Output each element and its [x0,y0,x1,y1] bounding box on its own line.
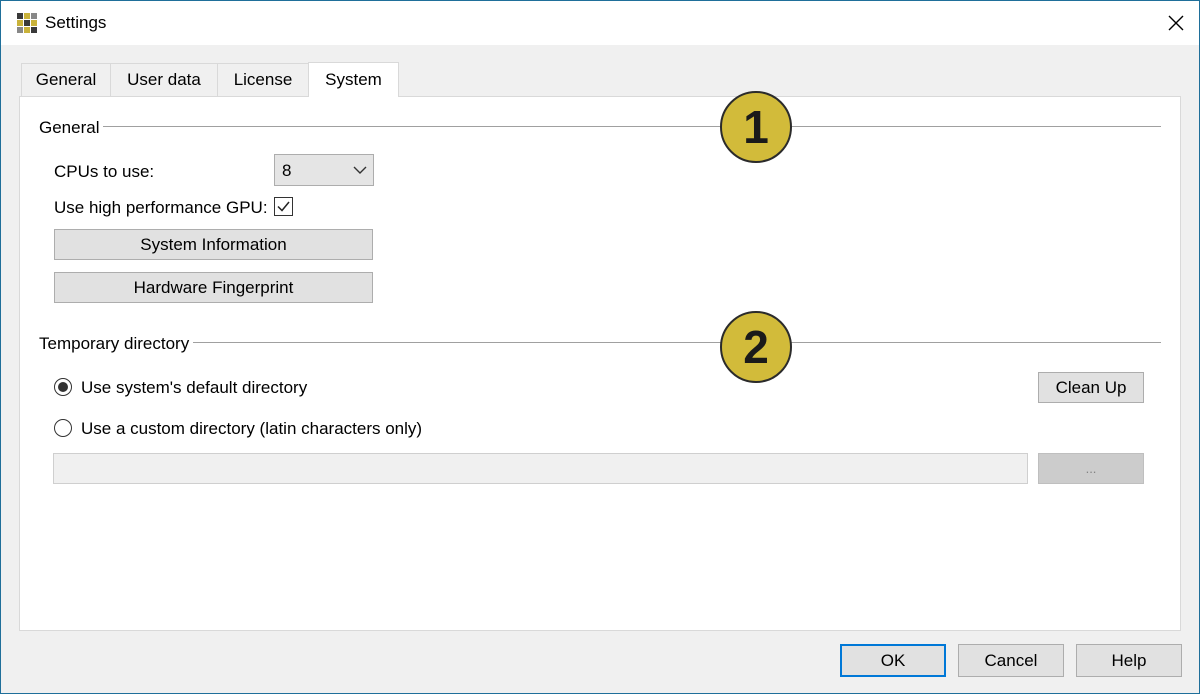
group-divider [193,342,1161,343]
browse-button[interactable]: ... [1038,453,1144,484]
cpus-dropdown[interactable]: 8 [274,154,374,186]
button-label: Cancel [984,650,1038,670]
help-button[interactable]: Help [1076,644,1182,677]
checkmark-icon [277,201,290,212]
tab-system[interactable]: System [308,62,399,97]
custom-directory-radio[interactable] [54,419,72,437]
cancel-button[interactable]: Cancel [958,644,1064,677]
tab-panel-system [19,96,1181,631]
default-directory-label[interactable]: Use system's default directory [81,378,307,398]
radio-selected-dot [58,382,68,392]
settings-window: Settings General User data License Syste… [0,0,1200,694]
default-directory-radio[interactable] [54,378,72,396]
tab-label: System [325,70,382,89]
gpu-label: Use high performance GPU: [54,198,268,217]
gpu-checkbox[interactable] [274,197,293,216]
button-label: Help [1111,650,1147,670]
custom-directory-path-input[interactable] [53,453,1028,484]
button-label: System Information [140,234,287,254]
tab-label: General [35,70,97,89]
tab-label: User data [127,70,201,89]
button-label: Hardware Fingerprint [133,277,294,297]
close-icon [1168,15,1184,31]
annotation-badge-1: 1 [720,91,792,163]
app-logo-icon [17,13,37,33]
group-divider [97,126,1161,127]
close-button[interactable] [1153,1,1199,45]
button-label: OK [880,650,906,670]
temp-dir-group-heading: Temporary directory [39,334,194,354]
tab-general[interactable]: General [21,63,111,96]
hardware-fingerprint-button[interactable]: Hardware Fingerprint [54,272,373,303]
chevron-down-icon [353,166,367,174]
title-bar: Settings [1,1,1199,45]
clean-up-button[interactable]: Clean Up [1038,372,1144,403]
annotation-badge-2: 2 [720,311,792,383]
cpus-label: CPUs to use: [54,162,155,181]
tab-user-data[interactable]: User data [110,63,218,96]
tab-license[interactable]: License [217,63,309,96]
button-label: ... [1085,461,1097,476]
window-title: Settings [45,13,107,32]
tab-label: License [233,70,293,89]
cpus-value: 8 [282,161,292,180]
ok-button[interactable]: OK [840,644,946,677]
custom-directory-label[interactable]: Use a custom directory (latin characters… [81,419,422,439]
button-label: Clean Up [1055,377,1127,397]
system-information-button[interactable]: System Information [54,229,373,260]
general-group-heading: General [39,118,104,138]
